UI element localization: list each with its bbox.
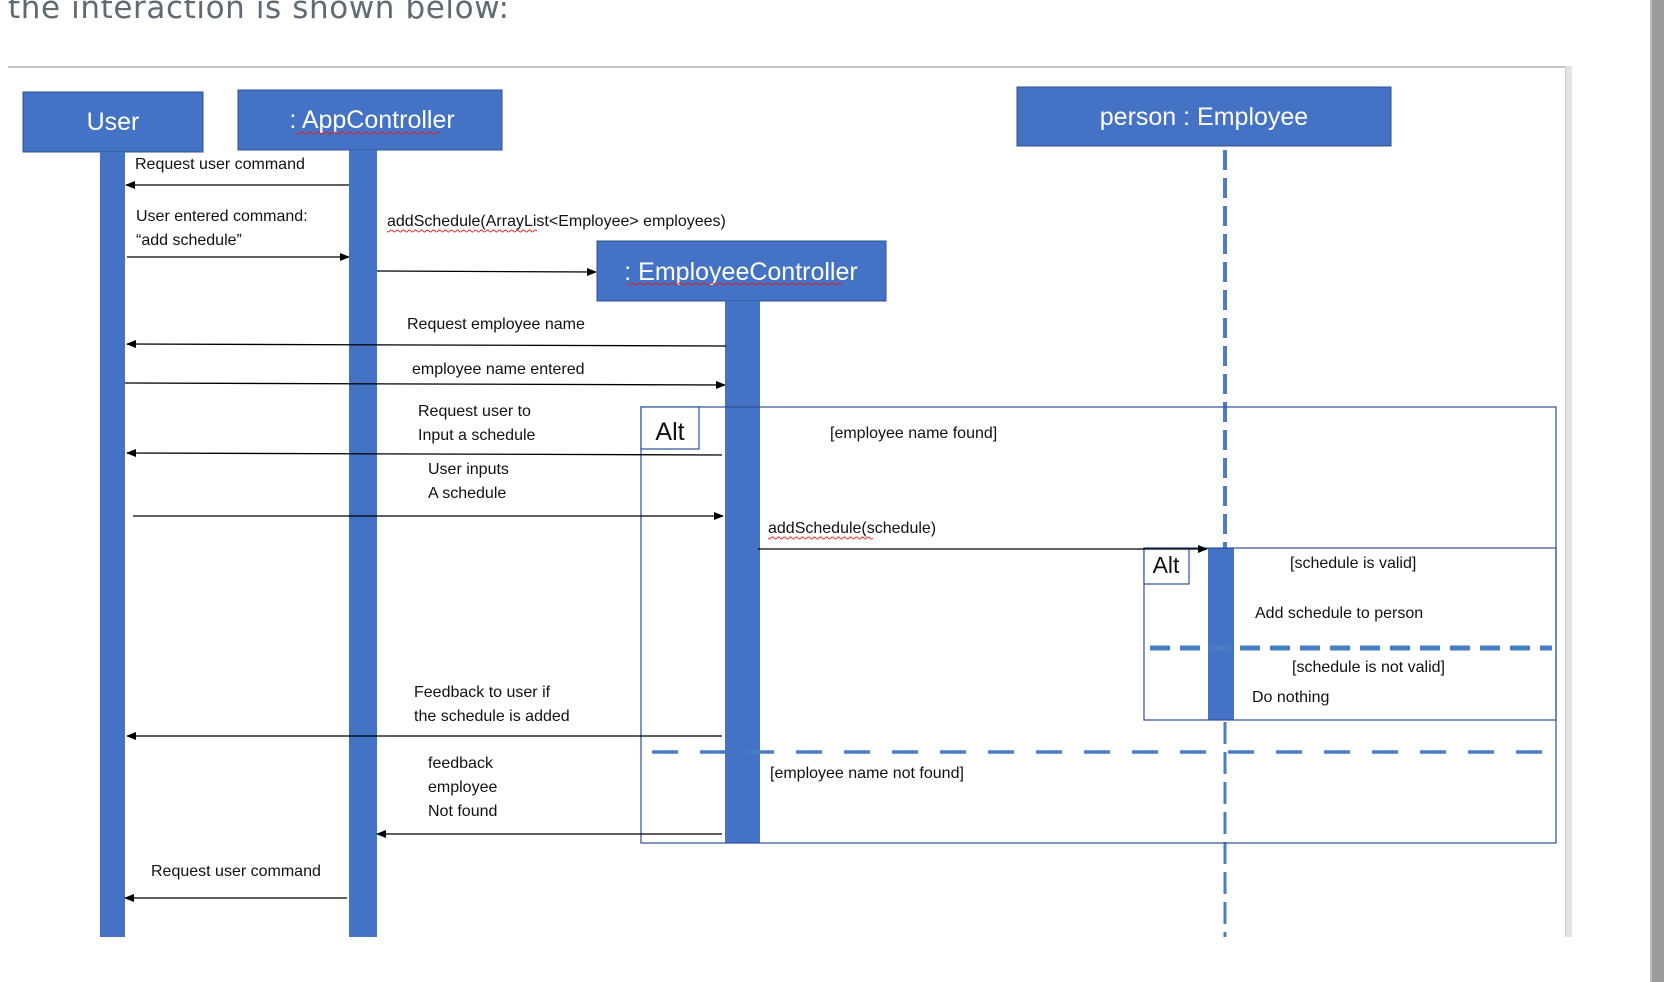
message-employee-name-entered: employee name entered: [124, 361, 726, 389]
message-label-line-1: Feedback to user if: [414, 684, 551, 701]
sequence-diagram: User : AppController : EmployeeControlle…: [22, 86, 1557, 937]
lifeline-user: [100, 152, 125, 937]
participant-employee-controller: : EmployeeController: [596, 240, 887, 302]
message-label-line-2: Input a schedule: [418, 427, 536, 444]
note-add-schedule-to-person: Add schedule to person: [1255, 605, 1423, 622]
guard-schedule-is-valid: [schedule is valid]: [1290, 555, 1416, 572]
guard-employee-name-not-found: [employee name not found]: [770, 765, 964, 782]
message-add-schedule-schedule: addSchedule(schedule): [758, 520, 1208, 553]
activation-person-employee: [1208, 548, 1234, 720]
message-user-inputs-schedule: User inputs A schedule: [133, 461, 724, 520]
lifeline-app-controller: [349, 150, 377, 937]
spellcheck-underline: [767, 536, 874, 540]
participant-app-controller-label: : AppController: [289, 106, 454, 134]
alt-fragment-label: Alt: [655, 418, 684, 446]
message-label: Request employee name: [407, 316, 585, 333]
message-label-line-2: A schedule: [428, 485, 506, 502]
message-label-line-2: “add schedule”: [136, 232, 242, 249]
message-label-line-1: feedback: [428, 755, 494, 772]
participant-user: User: [22, 91, 204, 153]
message-user-entered-command: User entered command: “add schedule”: [127, 208, 350, 261]
message-label-line-1: User entered command:: [136, 208, 308, 225]
message-label: employee name entered: [412, 361, 585, 378]
alt-fragment-employee-found: Alt [employee name found] [employee name…: [640, 406, 1557, 844]
message-label: Request user command: [135, 156, 305, 173]
participant-employee-controller-label: : EmployeeController: [624, 258, 857, 286]
participant-user-label: User: [87, 108, 140, 136]
participant-person-employee: person : Employee: [1016, 86, 1392, 147]
message-label-line-2: employee: [428, 779, 497, 796]
message-label-line-1: User inputs: [428, 461, 509, 478]
guard-schedule-is-not-valid: [schedule is not valid]: [1292, 659, 1445, 676]
message-label: addSchedule(ArrayList<Employee> employee…: [387, 213, 726, 230]
message-feedback-schedule-added: Feedback to user if the schedule is adde…: [126, 684, 722, 740]
message-request-user-command: Request user command: [125, 156, 349, 189]
message-request-user-command-final: Request user command: [124, 863, 347, 902]
participant-app-controller: : AppController: [237, 89, 503, 151]
message-label: Request user command: [151, 863, 321, 880]
alt-fragment-schedule-valid: Alt [schedule is valid] Add schedule to …: [1143, 547, 1557, 721]
message-request-employee-name: Request employee name: [126, 316, 727, 349]
message-feedback-employee-not-found: feedback employee Not found: [376, 755, 722, 838]
alt-fragment-label: Alt: [1153, 552, 1180, 578]
note-do-nothing: Do nothing: [1252, 689, 1329, 706]
message-request-user-input-schedule: Request user to Input a schedule: [126, 403, 723, 458]
message-label-line-3: Not found: [428, 803, 497, 820]
guard-employee-name-found: [employee name found]: [830, 425, 997, 442]
spellcheck-underline: [386, 229, 538, 233]
activation-employee-controller: [725, 301, 760, 843]
message-label-line-1: Request user to: [418, 403, 531, 420]
message-label-line-2: the schedule is added: [414, 708, 570, 725]
message-label: addSchedule(schedule): [768, 520, 936, 537]
participant-person-employee-label: person : Employee: [1100, 103, 1308, 131]
